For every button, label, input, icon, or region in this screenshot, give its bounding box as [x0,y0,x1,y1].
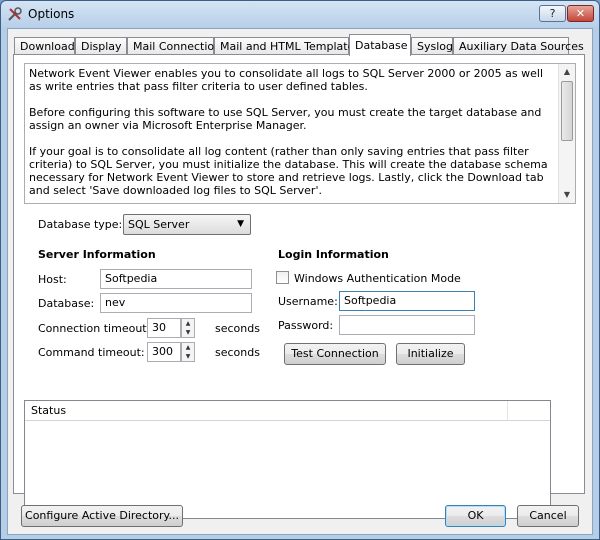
windows-auth-checkbox[interactable] [276,271,289,284]
database-type-select[interactable]: SQL Server ▼ [123,214,251,235]
command-timeout-label: Command timeout: [38,346,145,359]
connection-timeout-stepper[interactable]: ▲ ▼ [181,318,195,338]
host-input[interactable]: Softpedia [100,269,252,289]
stepper-down-icon[interactable]: ▼ [182,328,194,337]
options-window: Options ? ✕ Download Display Mail Connec… [0,0,600,540]
database-label: Database: [38,297,95,310]
help-button[interactable]: ? [539,5,566,22]
status-column-header[interactable]: Status [25,401,508,420]
info-paragraph-1: Network Event Viewer enables you to cons… [29,67,544,93]
initialize-button[interactable]: Initialize [396,343,465,365]
scroll-thumb[interactable] [561,81,573,141]
stepper-down-icon[interactable]: ▼ [182,352,194,361]
chevron-down-icon: ▼ [237,219,244,229]
tools-icon [8,7,22,21]
command-seconds-label: seconds [215,346,260,359]
info-scrollbar[interactable]: ▲ ▼ [558,64,575,203]
tab-display[interactable]: Display [75,37,127,55]
tab-syslog[interactable]: Syslog [411,37,453,55]
connection-timeout-label: Connection timeout: [38,322,151,335]
test-connection-button[interactable]: Test Connection [284,343,386,365]
windows-auth-label[interactable]: Windows Authentication Mode [294,272,461,285]
login-info-heading: Login Information [278,248,389,261]
scroll-up-icon[interactable]: ▲ [559,64,575,80]
host-label: Host: [38,273,67,286]
info-paragraph-3: If your goal is to consolidate all log c… [29,145,548,197]
tab-download[interactable]: Download [14,37,75,55]
database-tab-panel: Network Event Viewer enables you to cons… [13,54,585,519]
username-label: Username: [278,295,338,308]
connection-timeout-input[interactable]: 30 [147,318,181,338]
close-button[interactable]: ✕ [567,5,594,22]
command-timeout-input[interactable]: 300 [147,342,181,362]
status-list-header: Status [25,401,550,421]
stepper-up-icon[interactable]: ▲ [182,343,194,352]
status-list[interactable]: Status [24,400,551,519]
server-info-heading: Server Information [38,248,156,261]
username-input[interactable]: Softpedia [339,291,475,311]
database-type-value: SQL Server [128,218,190,231]
cancel-button[interactable]: Cancel [517,505,579,527]
ok-button[interactable]: OK [445,505,506,527]
stepper-up-icon[interactable]: ▲ [182,319,194,328]
password-label: Password: [278,319,334,332]
tab-database[interactable]: Database [349,34,411,56]
tab-mail-html-templates[interactable]: Mail and HTML Templates [214,37,360,55]
info-text: Network Event Viewer enables you to cons… [29,67,555,203]
dialog-client: Download Display Mail Connection Mail an… [7,28,593,535]
scroll-down-icon[interactable]: ▼ [559,187,575,203]
password-input[interactable] [339,315,475,335]
info-textbox[interactable]: Network Event Viewer enables you to cons… [24,63,576,204]
command-timeout-stepper[interactable]: ▲ ▼ [181,342,195,362]
tab-mail-connection[interactable]: Mail Connection [127,37,221,55]
window-title: Options [28,7,75,21]
connection-seconds-label: seconds [215,322,260,335]
tab-auxiliary-data-sources[interactable]: Auxiliary Data Sources [453,37,584,55]
database-type-label: Database type: [38,218,123,231]
configure-active-directory-button[interactable]: Configure Active Directory... [21,505,183,527]
title-bar[interactable]: Options ? ✕ [1,1,599,27]
info-paragraph-2: Before configuring this software to use … [29,106,542,132]
database-input[interactable]: nev [100,293,252,313]
